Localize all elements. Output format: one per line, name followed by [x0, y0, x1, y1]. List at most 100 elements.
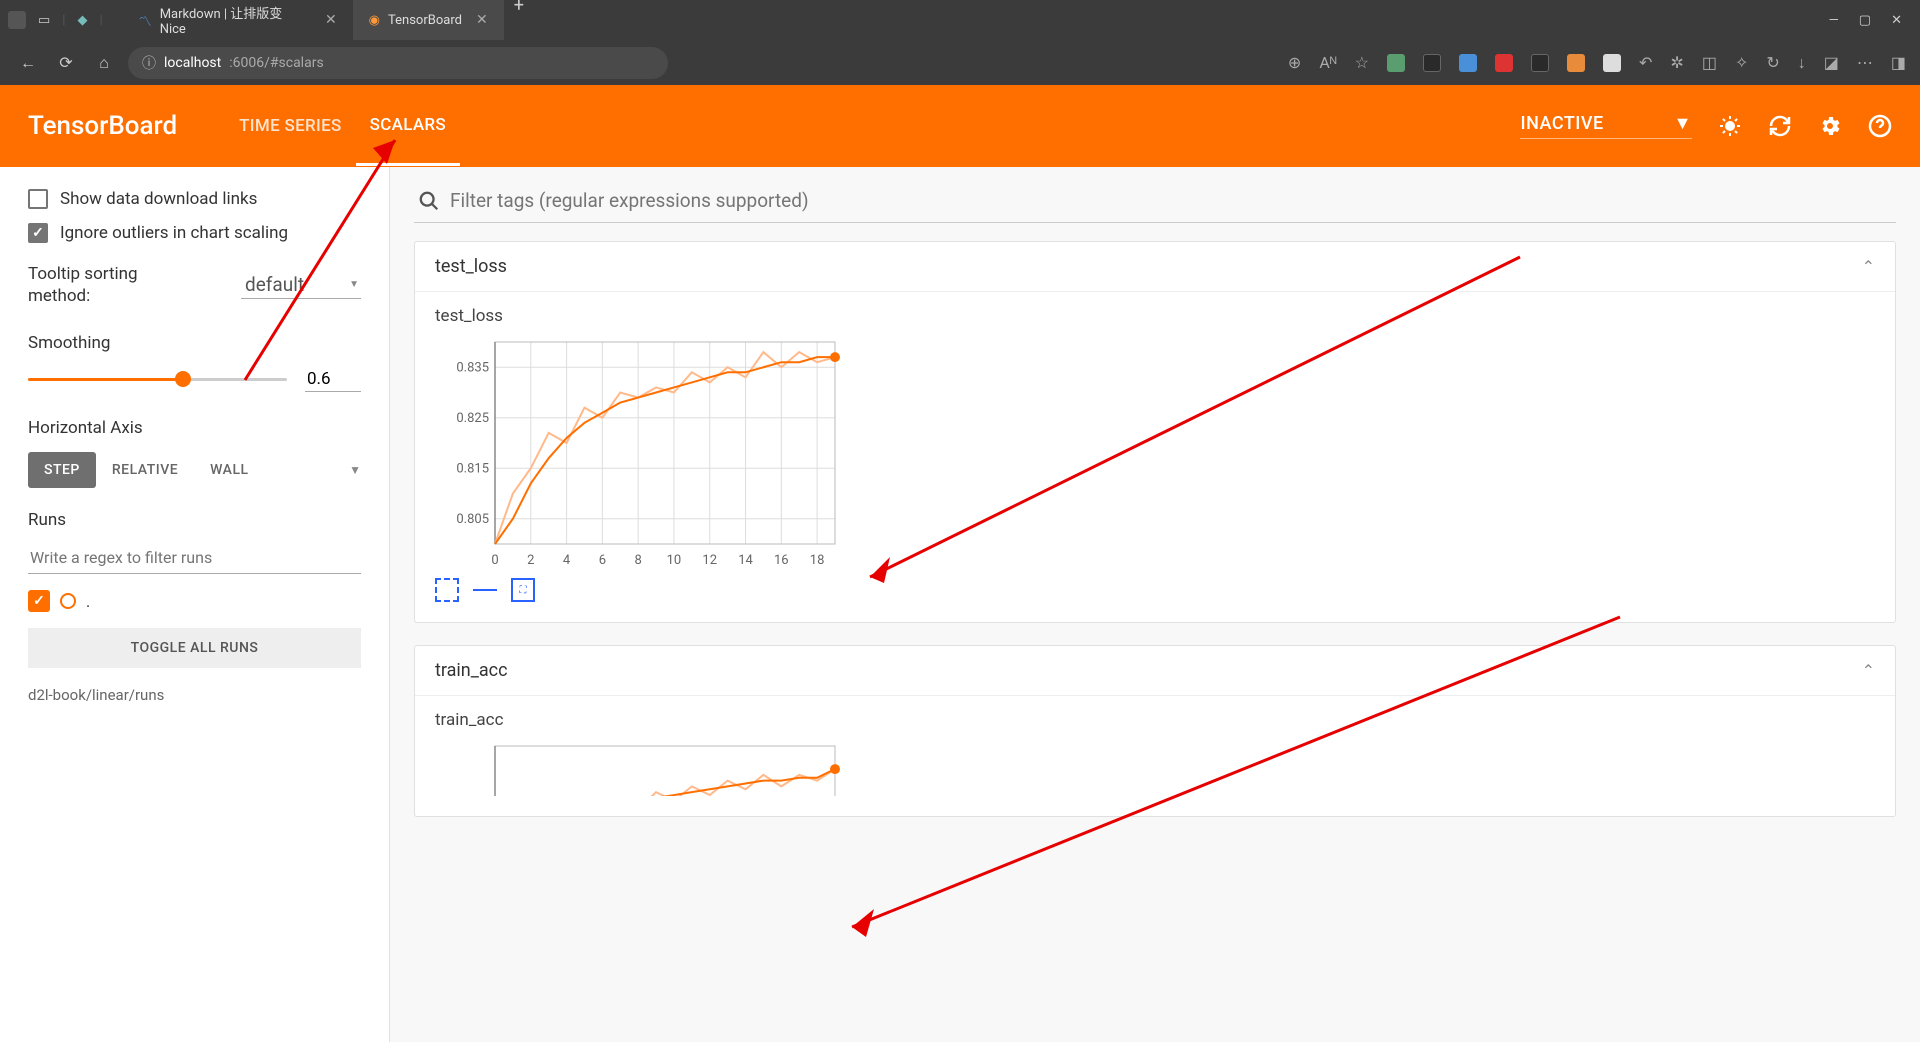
haxis-relative-button[interactable]: RELATIVE	[96, 452, 194, 488]
tab-scalars[interactable]: SCALARS	[356, 87, 460, 166]
main-content: test_loss ⌃ test_loss 0246810121416180.8…	[390, 167, 1920, 1042]
ext-icon[interactable]: ◆	[77, 13, 87, 28]
help-icon[interactable]	[1868, 114, 1892, 138]
tab-favicon: ◉	[369, 13, 380, 28]
chart-title: train_acc	[435, 710, 1875, 730]
tooltip-sort-select[interactable]: default	[241, 271, 361, 299]
zoom-icon[interactable]: ⊕	[1288, 53, 1301, 72]
svg-text:8: 8	[635, 553, 642, 568]
card-test-loss: test_loss ⌃ test_loss 0246810121416180.8…	[414, 241, 1896, 623]
svg-text:16: 16	[774, 553, 789, 568]
svg-text:6: 6	[599, 553, 606, 568]
brightness-icon[interactable]	[1718, 114, 1742, 138]
info-icon[interactable]: ⓘ	[142, 53, 156, 73]
ext-icon[interactable]	[1603, 54, 1621, 72]
address-field[interactable]: ⓘ localhost:6006/#scalars	[128, 47, 668, 79]
reader-icon[interactable]: Aᴺ	[1319, 53, 1336, 73]
inactive-plugins-select[interactable]: INACTIVE ▼	[1520, 113, 1692, 139]
smoothing-value[interactable]: 0.6	[305, 367, 361, 392]
tab-close-icon[interactable]: ✕	[325, 12, 337, 28]
chevron-up-icon: ⌃	[1862, 257, 1875, 276]
tab-favicon: 〽	[139, 11, 152, 30]
app-icon	[8, 11, 26, 29]
history-icon[interactable]: ↻	[1766, 53, 1779, 72]
app-icon[interactable]: ◪	[1824, 53, 1839, 72]
split-icon[interactable]: ◫	[1702, 53, 1717, 72]
svg-text:10: 10	[667, 553, 682, 568]
svg-text:0.815: 0.815	[456, 461, 489, 476]
new-tab-button[interactable]: +	[504, 0, 534, 45]
ext-icon[interactable]: ↶	[1639, 53, 1652, 72]
run-checkbox-icon[interactable]: ✓	[28, 590, 50, 612]
log-scale-icon[interactable]	[473, 578, 497, 602]
toggle-all-runs-button[interactable]: TOGGLE ALL RUNS	[28, 628, 361, 668]
haxis-more-icon[interactable]: ▼	[349, 463, 361, 477]
run-color-swatch	[60, 593, 76, 609]
sidebar-icon[interactable]: ◨	[1891, 53, 1906, 72]
card-header[interactable]: train_acc ⌃	[415, 646, 1895, 696]
inactive-label: INACTIVE	[1520, 113, 1603, 134]
fit-domain-icon[interactable]: ⛶	[511, 578, 535, 602]
more-icon[interactable]: ⋯	[1857, 53, 1873, 72]
ext-icon[interactable]	[1495, 54, 1513, 72]
settings-icon[interactable]	[1818, 114, 1842, 138]
chart-test-loss[interactable]: 0246810121416180.8050.8150.8250.835	[435, 332, 845, 572]
extension-icons: ⊕ Aᴺ ☆ ↶ ✲ ◫ ✧ ↻ ↓ ◪ ⋯ ◨	[1288, 53, 1906, 73]
tab-time-series[interactable]: TIME SERIES	[225, 88, 355, 164]
tag-filter-input[interactable]	[450, 189, 1892, 212]
ext-icon[interactable]	[1423, 54, 1441, 72]
smoothing-slider[interactable]	[28, 378, 287, 381]
favorite-icon[interactable]: ☆	[1355, 53, 1369, 72]
browser-tab-2[interactable]: ◉ TensorBoard ✕	[353, 0, 504, 45]
reload-icon[interactable]	[1768, 114, 1792, 138]
close-window-button[interactable]: ✕	[1891, 13, 1902, 28]
svg-text:18: 18	[810, 553, 825, 568]
svg-text:0.805: 0.805	[456, 512, 489, 527]
expand-icon[interactable]	[435, 578, 459, 602]
tab-title: Markdown | 让排版变 Nice	[160, 3, 311, 37]
svg-text:0.835: 0.835	[456, 360, 489, 375]
chart-title: test_loss	[435, 306, 1875, 326]
maximize-button[interactable]: ▢	[1859, 13, 1871, 28]
ext-icon[interactable]	[1387, 54, 1405, 72]
url-path: :6006/#scalars	[229, 55, 323, 71]
tooltip-sort-label: Tooltip sorting method:	[28, 263, 178, 307]
ext-icon[interactable]	[1459, 54, 1477, 72]
back-button[interactable]: ←	[14, 49, 42, 77]
checkbox-icon	[28, 223, 48, 243]
haxis-label: Horizontal Axis	[28, 418, 361, 438]
checkbox-label: Ignore outliers in chart scaling	[60, 223, 288, 243]
ext-icon[interactable]	[1531, 54, 1549, 72]
svg-text:0.825: 0.825	[456, 411, 489, 426]
chart-train-acc[interactable]: 0.85	[435, 736, 845, 796]
run-item[interactable]: ✓ .	[28, 590, 361, 612]
chevron-up-icon: ⌃	[1862, 661, 1875, 680]
show-download-checkbox[interactable]: Show data download links	[28, 189, 361, 209]
logdir-path: d2l-book/linear/runs	[28, 686, 361, 704]
ignore-outliers-checkbox[interactable]: Ignore outliers in chart scaling	[28, 223, 361, 243]
ext-icon[interactable]	[1567, 54, 1585, 72]
runs-label: Runs	[28, 510, 361, 530]
browser-tab-1[interactable]: 〽 Markdown | 让排版变 Nice ✕	[123, 0, 353, 45]
search-icon	[418, 190, 440, 212]
tensorboard-app: TensorBoard TIME SERIES SCALARS INACTIVE…	[0, 85, 1920, 1042]
tab-overview-icon[interactable]: ▭	[38, 13, 50, 28]
haxis-step-button[interactable]: STEP	[28, 452, 96, 488]
home-button[interactable]: ⌂	[90, 49, 118, 77]
extensions-icon[interactable]: ✲	[1670, 53, 1683, 72]
smoothing-label: Smoothing	[28, 333, 361, 353]
haxis-wall-button[interactable]: WALL	[194, 452, 264, 488]
download-icon[interactable]: ↓	[1798, 53, 1806, 73]
card-header[interactable]: test_loss ⌃	[415, 242, 1895, 292]
tb-header: TensorBoard TIME SERIES SCALARS INACTIVE…	[0, 85, 1920, 167]
tab-close-icon[interactable]: ✕	[476, 12, 488, 28]
runs-filter-input[interactable]	[28, 542, 361, 574]
refresh-button[interactable]: ⟳	[52, 49, 80, 77]
collections-icon[interactable]: ✧	[1735, 53, 1748, 72]
run-name: .	[86, 592, 90, 611]
browser-chrome: ▭ | ◆ | 〽 Markdown | 让排版变 Nice ✕ ◉ Tenso…	[0, 0, 1920, 85]
svg-text:2: 2	[527, 553, 534, 568]
tab-title: TensorBoard	[388, 13, 462, 28]
minimize-button[interactable]: —	[1829, 13, 1839, 28]
titlebar: ▭ | ◆ | 〽 Markdown | 让排版变 Nice ✕ ◉ Tenso…	[0, 0, 1920, 40]
